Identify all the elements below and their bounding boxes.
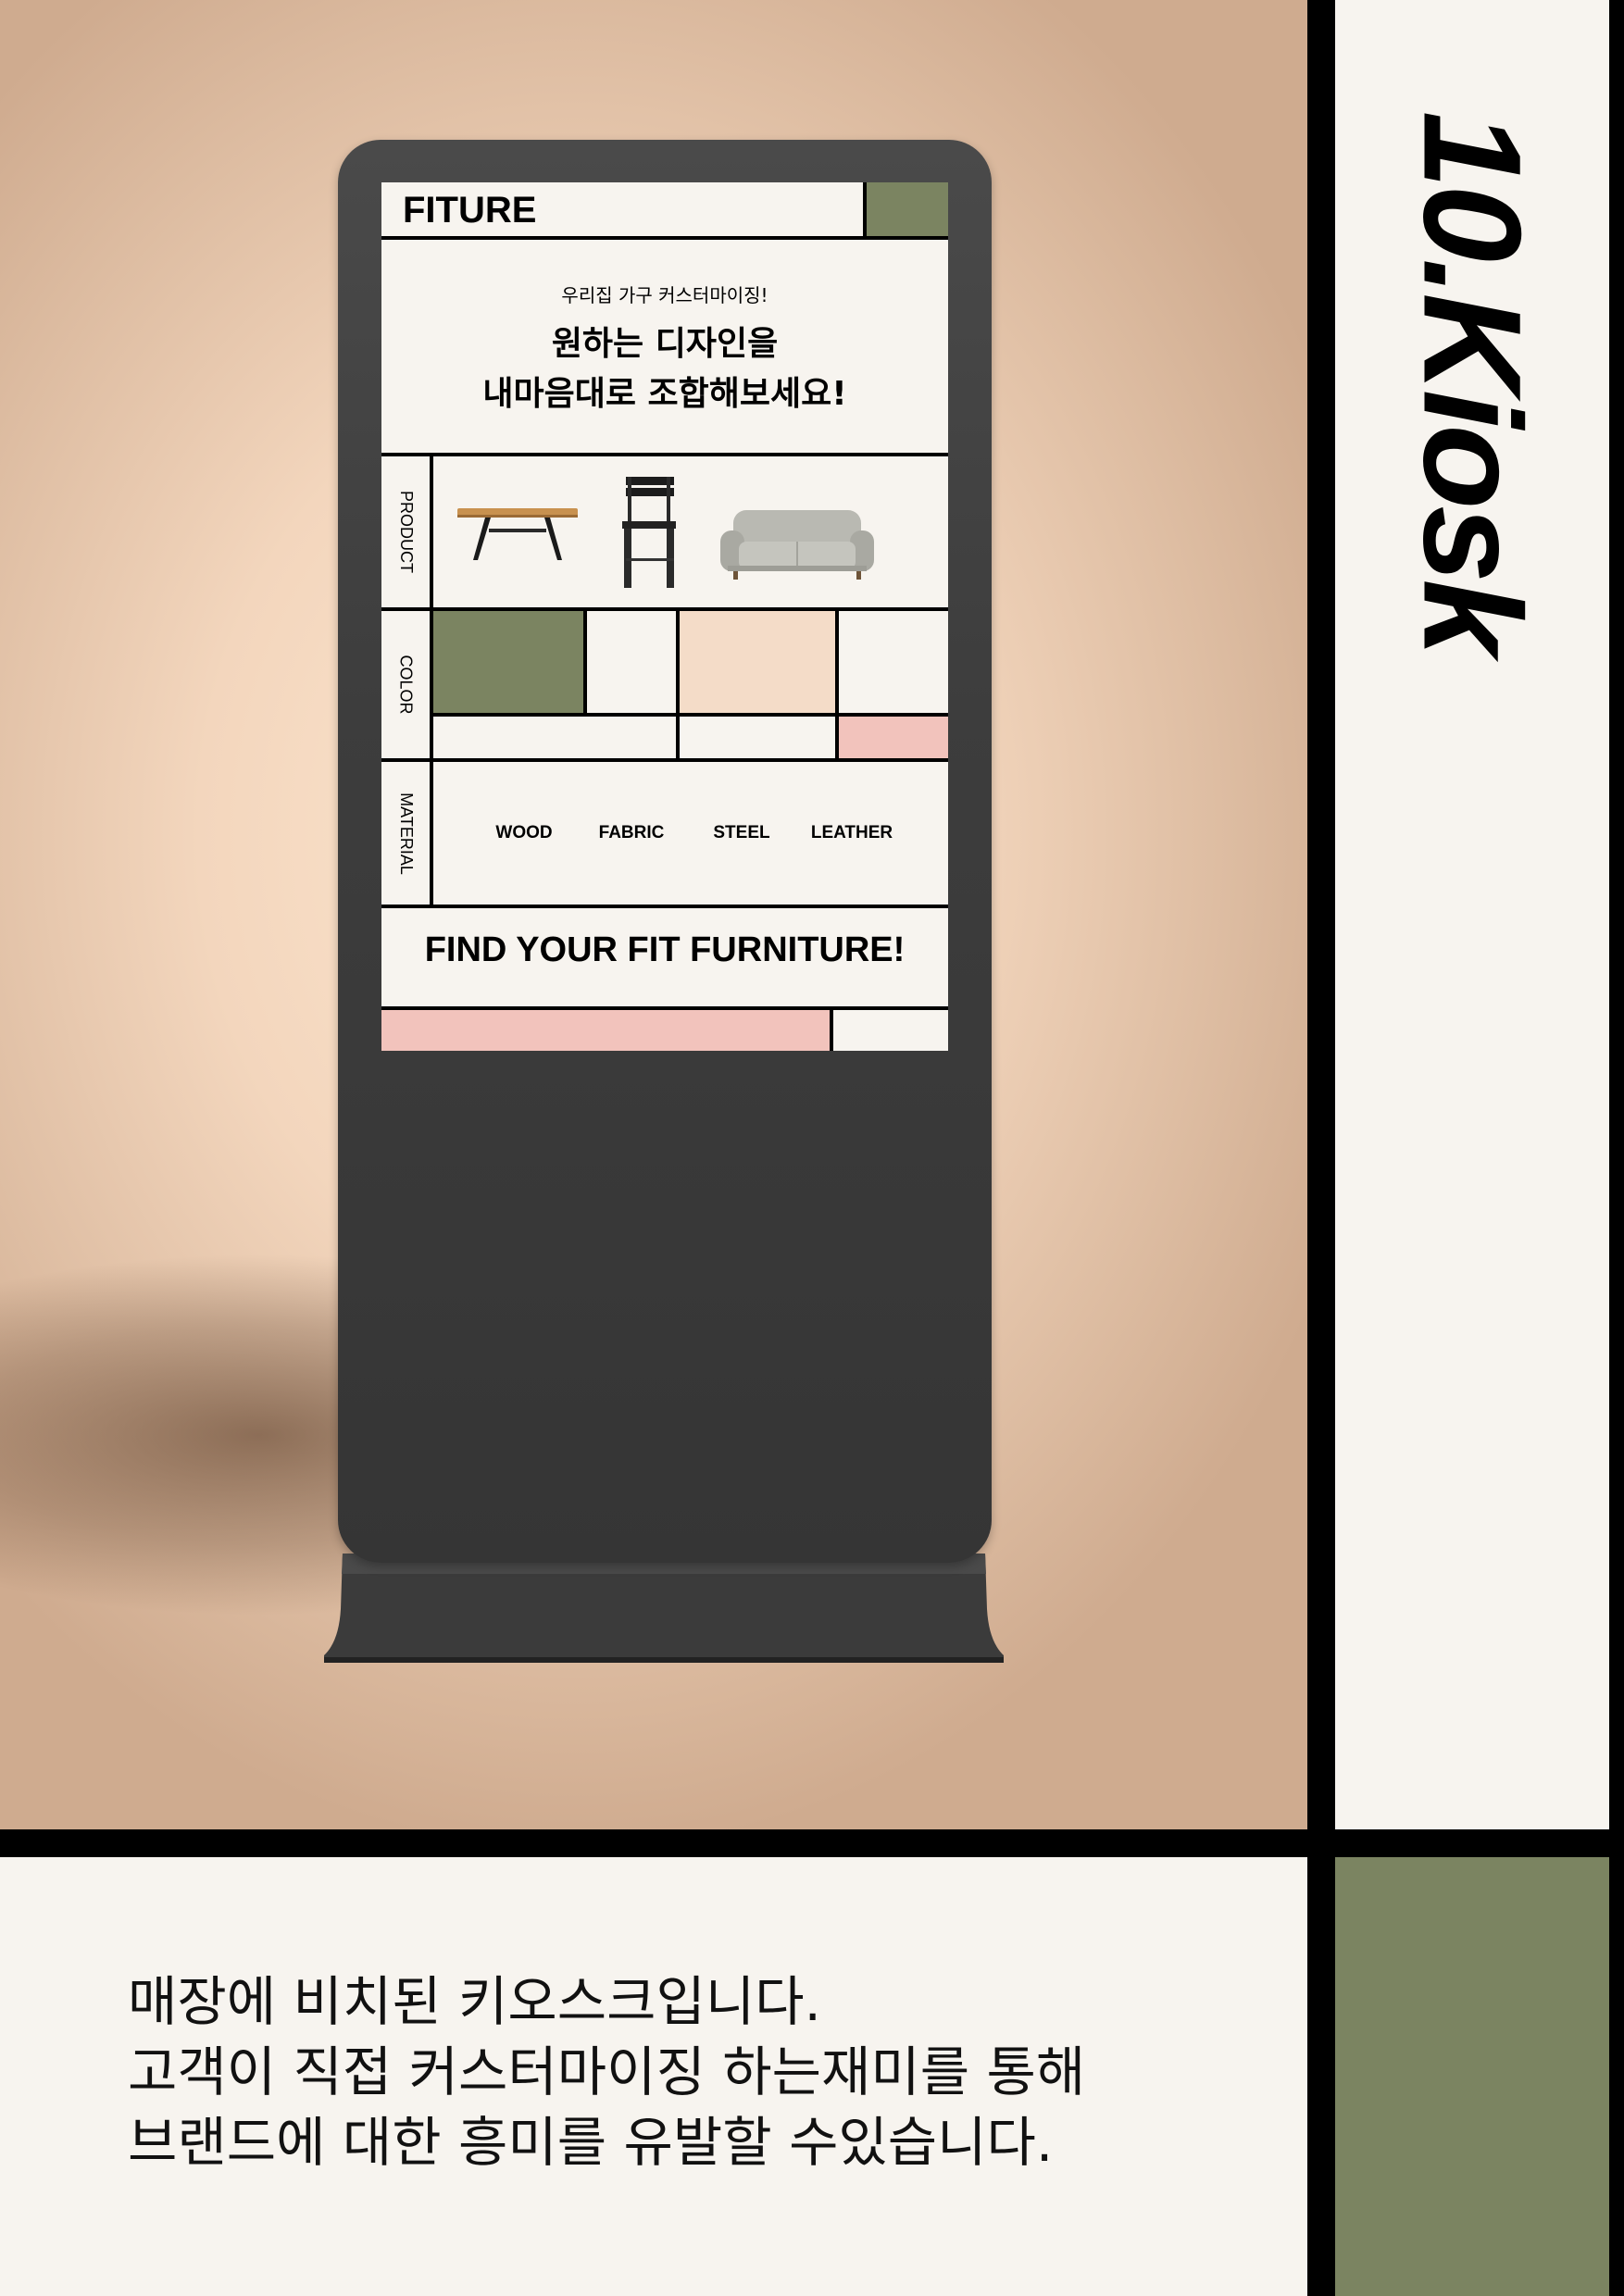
cta-text[interactable]: FIND YOUR FIT FURNITURE! [381,930,948,970]
description-text: 매장에 비치된 키오스크입니다. 고객이 직접 커스터마이징 하는재미를 통해 … [128,1966,1239,2177]
table-icon[interactable] [457,508,578,564]
material-fabric[interactable]: FABRIC [599,823,665,843]
description-line3: 브랜드에 대한 흥미를 유발할 수있습니다. [128,2111,1054,2174]
description-line1: 매장에 비치된 키오스크입니다. [128,1970,821,2033]
grid-line [381,453,948,456]
brand-title-text: 10.Kiosk [1394,111,1551,653]
footer-pink-block [381,1010,830,1051]
tagline: 우리집 가구 커스터마이징! [561,284,768,306]
brand-title: 10.Kiosk [1335,0,1609,1829]
section-label-material: MATERIAL [396,792,416,875]
color-swatch-peach[interactable] [680,611,835,713]
bottom-olive-block [1335,1857,1609,2296]
headline-line1: 원하는 디자인을 [551,325,779,363]
color-swatch-olive[interactable] [433,611,583,713]
grid-line [835,611,839,758]
kiosk-logo: FITURE [403,190,537,231]
grid-line [430,456,433,905]
grid-line [863,182,867,238]
grid-line [830,1010,833,1051]
sofa-icon[interactable] [720,508,874,580]
kiosk-screen: FITURE 우리집 가구 커스터마이징! 원하는 디자인을 내마음대로 조합해… [381,182,948,1051]
section-label-color: COLOR [396,655,416,715]
grid-line [430,713,948,717]
grid-line [381,607,948,611]
kiosk-base [324,1554,1004,1663]
grid-line [583,611,587,715]
grid-line [381,905,948,908]
grid-line [676,611,680,758]
material-steel[interactable]: STEEL [713,823,769,843]
section-label-product: PRODUCT [396,491,416,573]
grid-line [381,758,948,762]
material-leather[interactable]: LEATHER [811,823,893,843]
color-swatch-pink[interactable] [839,717,948,758]
material-wood[interactable]: WOOD [495,823,552,843]
description-line2: 고객이 직접 커스터마이징 하는재미를 통해 [128,2040,1086,2103]
headline-line2: 내마음대로 조합해보세요! [482,375,847,413]
header-olive-block [867,182,948,236]
grid-line [381,1006,948,1010]
chair-icon[interactable] [620,477,678,588]
